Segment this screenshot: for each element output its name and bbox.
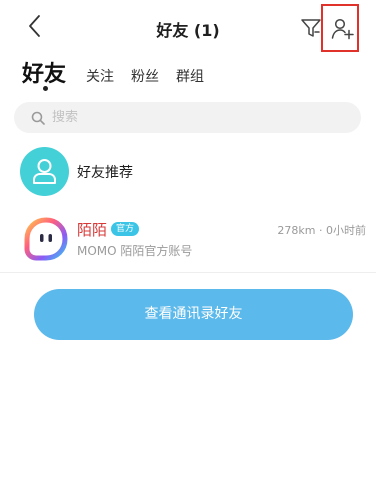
- search-input[interactable]: [52, 102, 342, 133]
- recommend-label: 好友推荐: [77, 165, 133, 181]
- tab-fans[interactable]: 粉丝: [131, 66, 159, 86]
- active-tab-indicator: [43, 86, 48, 91]
- add-friend-button[interactable]: [321, 4, 359, 52]
- divider: [0, 272, 376, 273]
- contact-meta: 278km · 0小时前: [277, 224, 366, 237]
- add-friend-icon: [331, 18, 354, 40]
- contact-subtitle: MOMO 陌陌官方账号: [77, 244, 193, 258]
- friend-recommend-row[interactable]: 好友推荐: [0, 143, 376, 201]
- search-icon: [31, 111, 45, 125]
- official-badge: 官方: [111, 222, 140, 236]
- momo-avatar: [23, 217, 69, 263]
- view-contacts-button[interactable]: 查看通讯录好友: [34, 289, 353, 340]
- person-icon: [33, 159, 56, 184]
- momo-logo-icon: [24, 217, 68, 261]
- recommend-avatar: [20, 147, 69, 196]
- tab-friends[interactable]: 好友: [22, 56, 66, 88]
- tab-groups[interactable]: 群组: [176, 66, 204, 86]
- search-bar[interactable]: [14, 102, 361, 133]
- contact-row[interactable]: 陌陌 官方 278km · 0小时前 MOMO 陌陌官方账号: [0, 212, 376, 272]
- tab-follow[interactable]: 关注: [86, 66, 114, 86]
- contact-name: 陌陌: [77, 221, 108, 239]
